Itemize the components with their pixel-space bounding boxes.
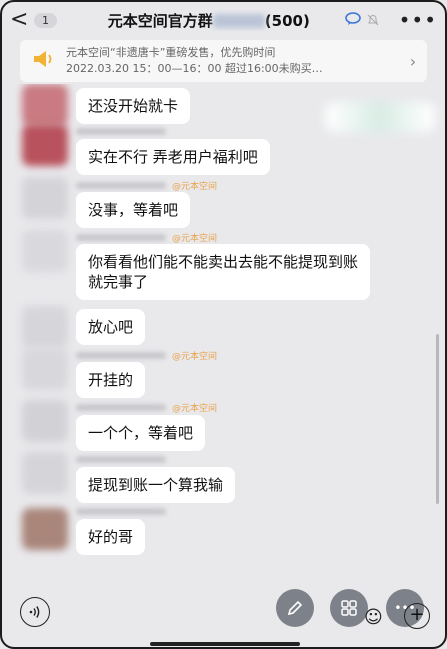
- sender-name: @元本空间: [76, 232, 218, 244]
- watermark: @元本空间: [172, 403, 218, 414]
- message-bubble: 提现到账一个算我输: [76, 467, 236, 503]
- redacted-reply-bubble: [325, 102, 435, 132]
- avatar[interactable]: [22, 230, 68, 272]
- avatar[interactable]: [22, 452, 68, 494]
- avatar[interactable]: [22, 508, 68, 550]
- message-bubble: 好的哥: [76, 519, 146, 555]
- voice-icon[interactable]: [20, 597, 50, 627]
- input-toolbar: ••• ☺ +: [0, 589, 447, 639]
- home-indicator: [150, 642, 300, 646]
- sender-name: @元本空间: [76, 350, 218, 362]
- sender-name-redaction: [76, 403, 166, 411]
- avatar[interactable]: [22, 124, 68, 166]
- watermark: @元本空间: [172, 233, 218, 244]
- sender-name: [76, 454, 166, 464]
- sender-name-redaction: [76, 127, 166, 135]
- back-button[interactable]: <: [10, 9, 28, 31]
- message-bubble: 实在不行 弄老用户福利吧: [76, 139, 270, 175]
- group-announcement[interactable]: 元本空间“非遗唐卡”重磅发售，优先购时间 2022.03.20 15：00—16…: [20, 40, 427, 82]
- announcement-text: 元本空间“非遗唐卡”重磅发售，优先购时间 2022.03.20 15：00—16…: [66, 45, 399, 77]
- announcement-line-2: 2022.03.20 15：00—16：00 超过16:00未购买…: [66, 62, 323, 75]
- message-bubble: 没事，等着吧: [76, 192, 191, 228]
- message-bubble: 还没开始就卡: [76, 88, 191, 124]
- avatar[interactable]: [22, 400, 68, 442]
- avatar[interactable]: [22, 177, 68, 219]
- group-title-name: 元本空间官方群: [107, 11, 213, 30]
- watermark: @元本空间: [172, 351, 218, 362]
- title-redaction: [212, 14, 265, 28]
- megaphone-icon: [32, 50, 56, 72]
- header-status-icons: [344, 11, 379, 30]
- message-bubble: 一个个，等着吧: [76, 415, 206, 451]
- message-list[interactable]: 还没开始就卡 实在不行 弄老用户福利吧 @元本空间 没事，等着吧 @元本空间 你…: [0, 84, 447, 589]
- mute-bell-icon: [367, 11, 379, 30]
- message-bubble: 你看看他们能不能卖出去能不能提现到账就完事了: [76, 244, 370, 300]
- message-bubble: 放心吧: [76, 309, 146, 345]
- sender-name: @元本空间: [76, 402, 218, 414]
- pencil-icon[interactable]: [276, 589, 314, 627]
- sender-name: [76, 126, 166, 136]
- scrollbar[interactable]: [436, 334, 439, 504]
- more-options-button[interactable]: •••: [399, 8, 437, 32]
- avatar[interactable]: [22, 84, 68, 126]
- sender-name-redaction: [76, 233, 166, 241]
- grid-icon[interactable]: [330, 589, 368, 627]
- chat-header: < 1 元本空间官方群 (500) •••: [10, 4, 437, 36]
- sender-name-redaction: [76, 181, 166, 189]
- emoji-icon[interactable]: ☺: [364, 607, 383, 628]
- watermark: @元本空间: [172, 181, 218, 192]
- sender-name-redaction: [76, 351, 166, 359]
- sender-name-redaction: [76, 507, 166, 515]
- announcement-line-1: 元本空间“非遗唐卡”重磅发售，优先购时间: [66, 46, 276, 59]
- chat-bubble-icon: [344, 11, 361, 30]
- sender-name: [76, 506, 166, 516]
- sender-name-redaction: [76, 455, 166, 463]
- unread-badge: 1: [34, 12, 57, 28]
- chevron-right-icon: ›: [409, 51, 417, 71]
- avatar[interactable]: [22, 306, 68, 348]
- group-title[interactable]: 元本空间官方群 (500): [77, 10, 341, 31]
- sender-name: @元本空间: [76, 180, 218, 192]
- plus-icon[interactable]: +: [404, 603, 430, 629]
- message-bubble: 开挂的: [76, 362, 146, 398]
- group-member-count: (500): [264, 11, 310, 30]
- avatar[interactable]: [22, 348, 68, 390]
